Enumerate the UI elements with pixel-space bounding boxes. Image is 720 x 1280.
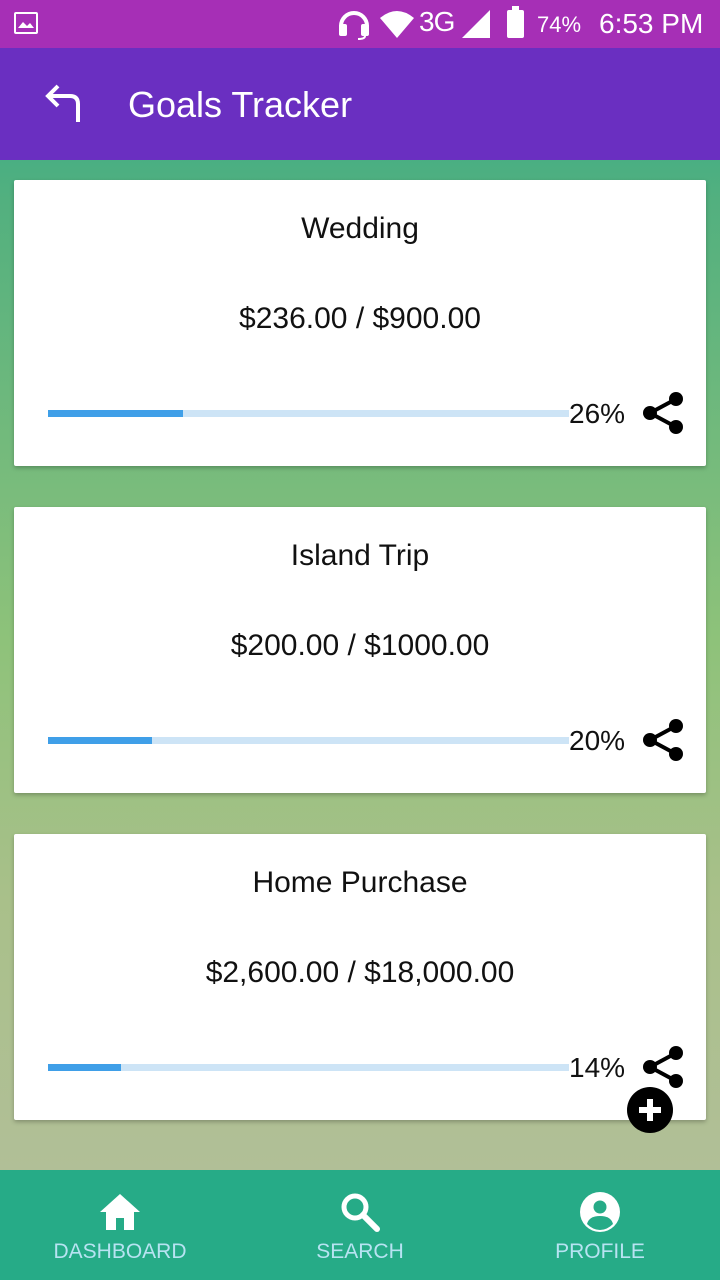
share-icon[interactable] [640, 390, 686, 436]
nav-item-search[interactable]: SEARCH [240, 1170, 480, 1280]
goal-percent: 14% [569, 1052, 626, 1083]
battery-level: 74% [537, 12, 582, 37]
home-icon [100, 1194, 140, 1230]
headset-icon [339, 11, 369, 40]
goal-progress-bar [48, 410, 569, 417]
back-arrow-icon[interactable] [36, 76, 92, 132]
gallery-icon [14, 12, 38, 34]
nav-label: SEARCH [316, 1240, 404, 1263]
goal-card-island-trip[interactable]: Island Trip $200.00 / $1000.00 20% [14, 507, 706, 793]
goal-title: Home Purchase [252, 866, 468, 899]
network-type: 3G [419, 6, 455, 37]
goal-progress-fill [48, 410, 184, 417]
goal-progress-bar [48, 1064, 569, 1071]
goal-amount: $200.00 / $1000.00 [230, 629, 490, 662]
goal-progress-fill [48, 737, 153, 744]
share-icon[interactable] [640, 717, 686, 763]
signal-icon [462, 10, 490, 38]
wifi-icon [380, 11, 414, 38]
goal-amount: $2,600.00 / $18,000.00 [205, 956, 515, 989]
goal-percent: 20% [569, 725, 626, 756]
nav-label: DASHBOARD [53, 1240, 187, 1263]
nav-label: PROFILE [555, 1240, 645, 1263]
goal-progress-bar [48, 737, 569, 744]
goal-progress-fill [48, 1064, 121, 1071]
account-circle-icon [580, 1192, 620, 1232]
nav-item-profile[interactable]: PROFILE [480, 1170, 720, 1280]
app-bar: Goals Tracker [0, 48, 720, 160]
clock: 6:53 PM [599, 8, 704, 39]
goal-title: Island Trip [290, 539, 430, 572]
goal-title: Wedding [301, 212, 419, 245]
add-goal-button[interactable] [627, 1087, 673, 1133]
status-bar: 3G 74% 6:53 PM [0, 0, 720, 48]
goal-amount: $236.00 / $900.00 [239, 302, 481, 335]
goal-percent: 26% [569, 398, 626, 429]
bottom-nav: DASHBOARD SEARCH PROFILE [0, 1170, 720, 1280]
nav-item-dashboard[interactable]: DASHBOARD [0, 1170, 240, 1280]
goal-card-wedding[interactable]: Wedding $236.00 / $900.00 26% [14, 180, 706, 466]
page-title: Goals Tracker [128, 84, 353, 125]
goal-card-home-purchase[interactable]: Home Purchase $2,600.00 / $18,000.00 14% [14, 834, 706, 1120]
battery-icon [507, 6, 524, 38]
search-icon [341, 1193, 380, 1232]
share-icon[interactable] [640, 1044, 686, 1090]
